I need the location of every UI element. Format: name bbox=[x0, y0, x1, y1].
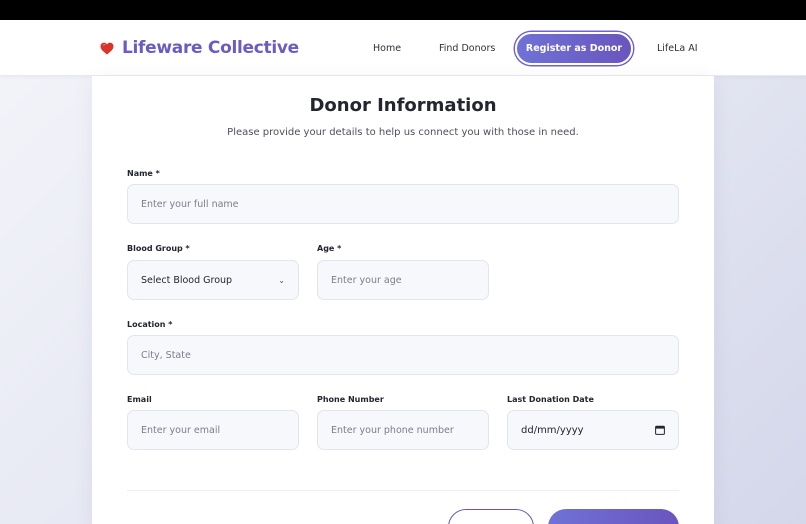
navbar: Lifeware Collective Home Find Donors Reg… bbox=[0, 20, 806, 76]
last-donation-label: Last Donation Date bbox=[507, 395, 594, 404]
location-input[interactable] bbox=[127, 335, 679, 375]
secondary-button[interactable] bbox=[448, 509, 534, 524]
last-donation-date-input[interactable]: dd/mm/yyyy bbox=[507, 410, 679, 450]
submit-button[interactable] bbox=[548, 509, 679, 524]
nav-lifela-ai-link[interactable]: LifeLa AI bbox=[657, 20, 698, 76]
form-subtitle: Please provide your details to help us c… bbox=[227, 127, 579, 138]
blood-group-value: Select Blood Group bbox=[141, 274, 233, 286]
blood-group-label: Blood Group * bbox=[127, 244, 190, 253]
form-divider bbox=[127, 490, 679, 491]
age-input[interactable] bbox=[317, 260, 489, 300]
location-label: Location * bbox=[127, 320, 173, 329]
calendar-icon[interactable] bbox=[655, 425, 665, 435]
nav-find-donors-link[interactable]: Find Donors bbox=[439, 20, 495, 76]
phone-label: Phone Number bbox=[317, 395, 384, 404]
nav-links: Home Find Donors Register as Donor LifeL… bbox=[0, 20, 806, 76]
name-label: Name * bbox=[127, 169, 160, 178]
email-label: Email bbox=[127, 395, 152, 404]
email-input[interactable] bbox=[127, 410, 299, 450]
chevron-down-icon: ⌄ bbox=[278, 275, 285, 285]
age-label: Age * bbox=[317, 244, 342, 253]
nav-home-link[interactable]: Home bbox=[373, 20, 401, 76]
register-as-donor-button[interactable]: Register as Donor bbox=[515, 32, 633, 65]
top-black-bar bbox=[0, 0, 806, 20]
blood-group-select[interactable]: Select Blood Group ⌄ bbox=[127, 260, 299, 300]
form-title: Donor Information bbox=[309, 95, 497, 116]
donor-form-card: Donor Information Please provide your de… bbox=[92, 76, 714, 524]
last-donation-value: dd/mm/yyyy bbox=[521, 424, 584, 436]
phone-input[interactable] bbox=[317, 410, 489, 450]
name-input[interactable] bbox=[127, 184, 679, 224]
